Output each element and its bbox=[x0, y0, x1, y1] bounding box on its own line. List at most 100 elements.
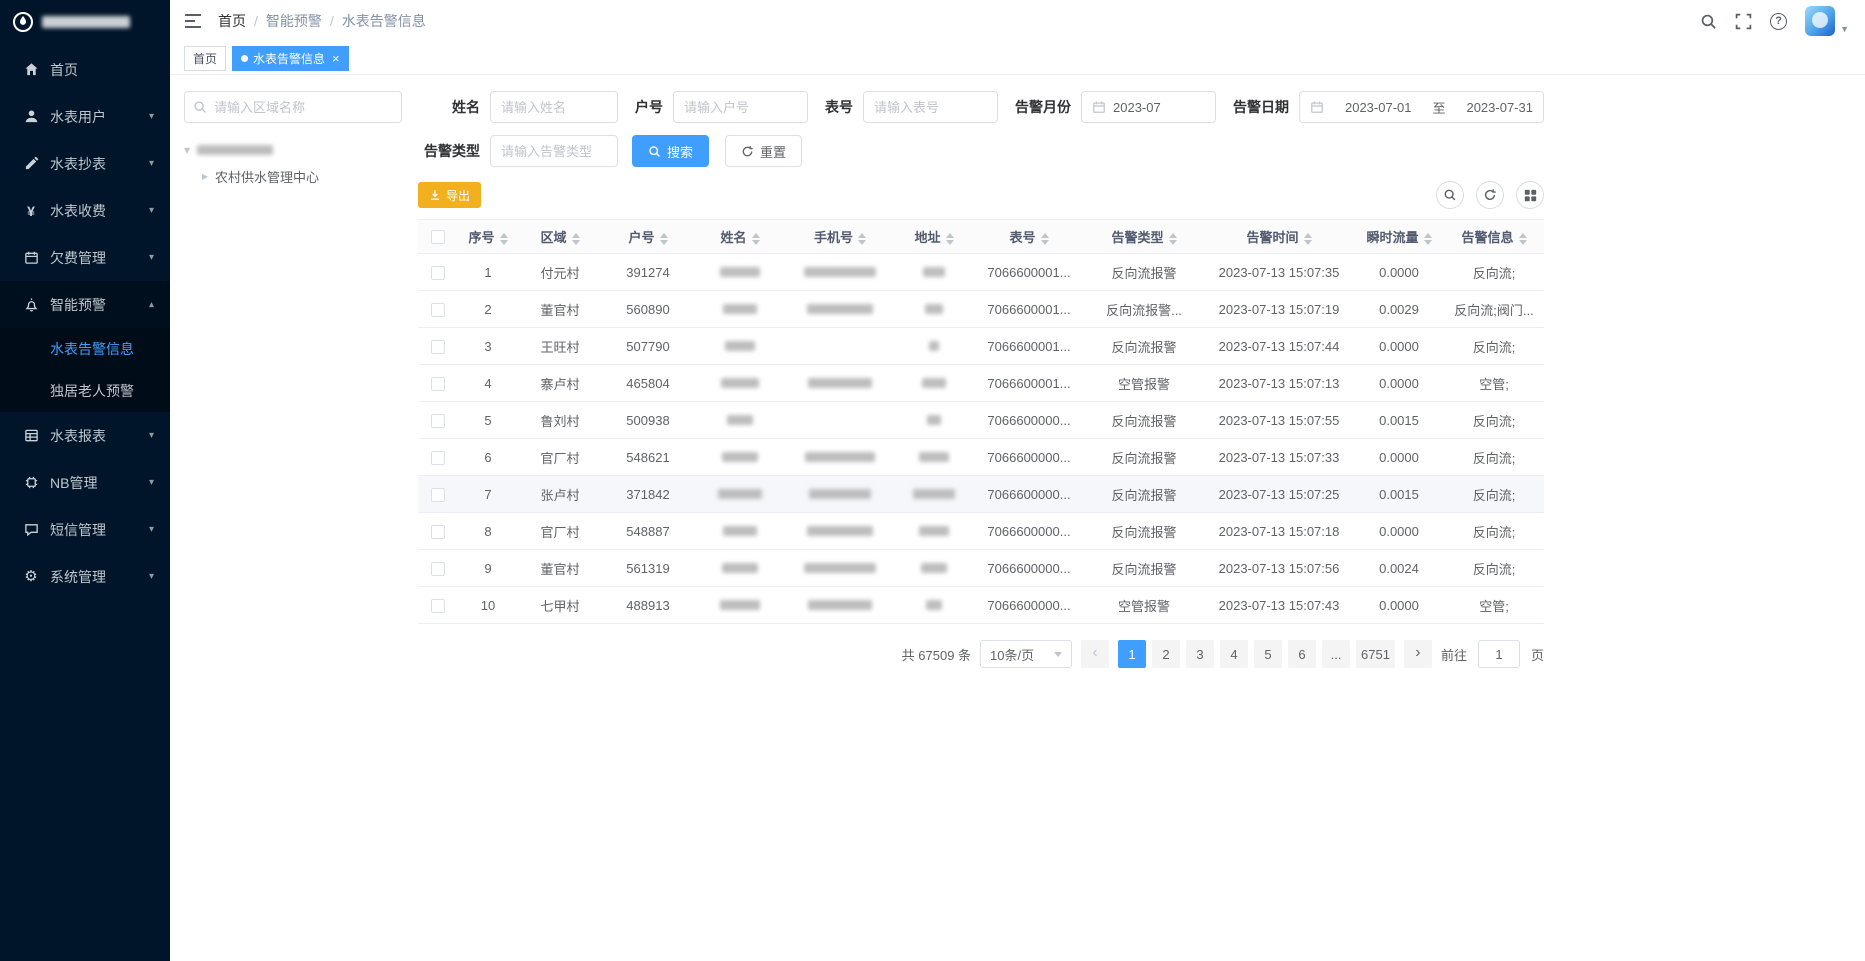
row-checkbox[interactable] bbox=[431, 414, 445, 428]
alarm-date-range-picker[interactable]: 2023-07-01 至 2023-07-31 bbox=[1299, 91, 1544, 123]
row-checkbox[interactable] bbox=[431, 599, 445, 613]
column-header-1[interactable]: 区域 bbox=[518, 220, 602, 254]
sort-icon[interactable] bbox=[500, 233, 508, 245]
name-input[interactable] bbox=[490, 91, 618, 123]
tab-alarm-info[interactable]: 水表告警信息 × bbox=[232, 46, 349, 71]
sort-icon[interactable] bbox=[660, 233, 668, 245]
page-button-6[interactable]: 6 bbox=[1288, 640, 1316, 668]
sort-icon[interactable] bbox=[752, 233, 760, 245]
user-menu[interactable]: ▼ bbox=[1805, 6, 1849, 36]
row-checkbox[interactable] bbox=[431, 451, 445, 465]
row-checkbox[interactable] bbox=[431, 266, 445, 280]
table-search-icon[interactable] bbox=[1436, 181, 1464, 209]
select-all-checkbox[interactable] bbox=[431, 230, 445, 244]
row-checkbox[interactable] bbox=[431, 340, 445, 354]
tree-root-node[interactable]: ▾ bbox=[184, 137, 402, 163]
sort-icon[interactable] bbox=[858, 233, 866, 245]
sidebar-item-9[interactable]: ⚙系统管理▾ bbox=[0, 553, 170, 600]
page-button-1[interactable]: 1 bbox=[1118, 640, 1146, 668]
alarm-month-picker[interactable]: 2023-07 bbox=[1081, 91, 1216, 123]
table-row[interactable]: 7张卢村3718427066600000...反向流报警2023-07-13 1… bbox=[418, 476, 1544, 513]
column-header-5[interactable]: 地址 bbox=[894, 220, 974, 254]
tab-close-icon[interactable]: × bbox=[332, 52, 340, 65]
column-header-3[interactable]: 姓名 bbox=[694, 220, 786, 254]
column-header-7[interactable]: 告警类型 bbox=[1084, 220, 1204, 254]
topbar: 首页 / 智能预警 / 水表告警信息 ? ▼ bbox=[170, 0, 1865, 42]
more-pages-button[interactable]: ... bbox=[1322, 640, 1350, 668]
export-button[interactable]: 导出 bbox=[418, 182, 481, 208]
row-checkbox[interactable] bbox=[431, 525, 445, 539]
sidebar-item-0[interactable]: 首页 bbox=[0, 46, 170, 93]
region-search-input[interactable] bbox=[184, 91, 402, 123]
breadcrumb-home[interactable]: 首页 bbox=[218, 11, 246, 31]
page-button-4[interactable]: 4 bbox=[1220, 640, 1248, 668]
search-button[interactable]: 搜索 bbox=[632, 135, 709, 167]
row-checkbox[interactable] bbox=[431, 303, 445, 317]
table-row[interactable]: 5鲁刘村5009387066600000...反向流报警2023-07-13 1… bbox=[418, 402, 1544, 439]
column-header-9[interactable]: 瞬时流量 bbox=[1354, 220, 1444, 254]
column-header-6[interactable]: 表号 bbox=[974, 220, 1084, 254]
table-row[interactable]: 2董官村5608907066600001...反向流报警...2023-07-1… bbox=[418, 291, 1544, 328]
column-header-8[interactable]: 告警时间 bbox=[1204, 220, 1354, 254]
table-row[interactable]: 9董官村5613197066600000...反向流报警2023-07-13 1… bbox=[418, 550, 1544, 587]
sidebar-item-3[interactable]: ¥水表收费▾ bbox=[0, 187, 170, 234]
sidebar-item-5[interactable]: 智能预警▾ bbox=[0, 281, 170, 328]
table-row[interactable]: 8官厂村5488877066600000...反向流报警2023-07-13 1… bbox=[418, 513, 1544, 550]
tree-node[interactable]: ▸ 农村供水管理中心 bbox=[184, 163, 402, 189]
meter-label: 表号 bbox=[825, 97, 853, 117]
sort-icon[interactable] bbox=[1519, 233, 1527, 245]
sidebar-item-2[interactable]: 水表抄表▾ bbox=[0, 140, 170, 187]
sidebar-item-8[interactable]: 短信管理▾ bbox=[0, 506, 170, 553]
column-header-4[interactable]: 手机号 bbox=[786, 220, 894, 254]
next-page-button[interactable]: › bbox=[1404, 640, 1432, 668]
tree-expand-icon[interactable]: ▾ bbox=[184, 143, 190, 157]
row-checkbox[interactable] bbox=[431, 377, 445, 391]
table-row[interactable]: 1付元村3912747066600001...反向流报警2023-07-13 1… bbox=[418, 254, 1544, 291]
table-row[interactable]: 4寨卢村4658047066600001...空管报警2023-07-13 15… bbox=[418, 365, 1544, 402]
breadcrumb-item[interactable]: 智能预警 bbox=[266, 11, 322, 31]
table-refresh-icon[interactable] bbox=[1476, 181, 1504, 209]
meter-input[interactable] bbox=[863, 91, 998, 123]
sort-icon[interactable] bbox=[1169, 233, 1177, 245]
tree-collapse-icon[interactable]: ▸ bbox=[202, 169, 208, 183]
page-button-3[interactable]: 3 bbox=[1186, 640, 1214, 668]
table-row[interactable]: 3王旺村5077907066600001...反向流报警2023-07-13 1… bbox=[418, 328, 1544, 365]
sidebar-item-4[interactable]: 欠费管理▾ bbox=[0, 234, 170, 281]
prev-page-button[interactable]: ‹ bbox=[1081, 640, 1109, 668]
table-row[interactable]: 10七甲村4889137066600000...空管报警2023-07-13 1… bbox=[418, 587, 1544, 624]
sort-icon[interactable] bbox=[946, 233, 954, 245]
sidebar-subitem-0[interactable]: 水表告警信息 bbox=[0, 328, 170, 370]
column-header-0[interactable]: 序号 bbox=[458, 220, 518, 254]
avatar[interactable] bbox=[1805, 6, 1835, 36]
tab-home[interactable]: 首页 bbox=[184, 46, 226, 71]
sort-icon[interactable] bbox=[1041, 233, 1049, 245]
sidebar-item-1[interactable]: 水表用户▾ bbox=[0, 93, 170, 140]
page-button-6751[interactable]: 6751 bbox=[1356, 640, 1395, 668]
sidebar-item-7[interactable]: NB管理▾ bbox=[0, 459, 170, 506]
sidebar-subitem-1[interactable]: 独居老人预警 bbox=[0, 370, 170, 412]
header-search-icon[interactable] bbox=[1700, 13, 1717, 30]
hamburger-icon[interactable] bbox=[184, 13, 202, 29]
help-icon[interactable]: ? bbox=[1770, 13, 1787, 30]
reset-button[interactable]: 重置 bbox=[725, 135, 802, 167]
column-header-2[interactable]: 户号 bbox=[602, 220, 694, 254]
sidebar-item-6[interactable]: 水表报表▾ bbox=[0, 412, 170, 459]
sort-icon[interactable] bbox=[1424, 233, 1432, 245]
sort-icon[interactable] bbox=[572, 233, 580, 245]
page-button-5[interactable]: 5 bbox=[1254, 640, 1282, 668]
app-logo[interactable] bbox=[0, 0, 170, 44]
page-button-2[interactable]: 2 bbox=[1152, 640, 1180, 668]
jump-page-input[interactable] bbox=[1478, 640, 1520, 668]
account-input[interactable] bbox=[673, 91, 808, 123]
alarm-type-input[interactable] bbox=[490, 135, 618, 167]
row-checkbox[interactable] bbox=[431, 488, 445, 502]
column-header-10[interactable]: 告警信息 bbox=[1444, 220, 1544, 254]
fullscreen-icon[interactable] bbox=[1735, 13, 1752, 30]
table-row[interactable]: 6官厂村5486217066600000...反向流报警2023-07-13 1… bbox=[418, 439, 1544, 476]
row-checkbox[interactable] bbox=[431, 562, 445, 576]
column-settings-icon[interactable] bbox=[1516, 181, 1544, 209]
page-size-select[interactable]: 10条/页 bbox=[980, 640, 1072, 668]
sort-icon[interactable] bbox=[1304, 233, 1312, 245]
download-icon bbox=[429, 189, 441, 201]
cell-account: 507790 bbox=[602, 328, 694, 365]
